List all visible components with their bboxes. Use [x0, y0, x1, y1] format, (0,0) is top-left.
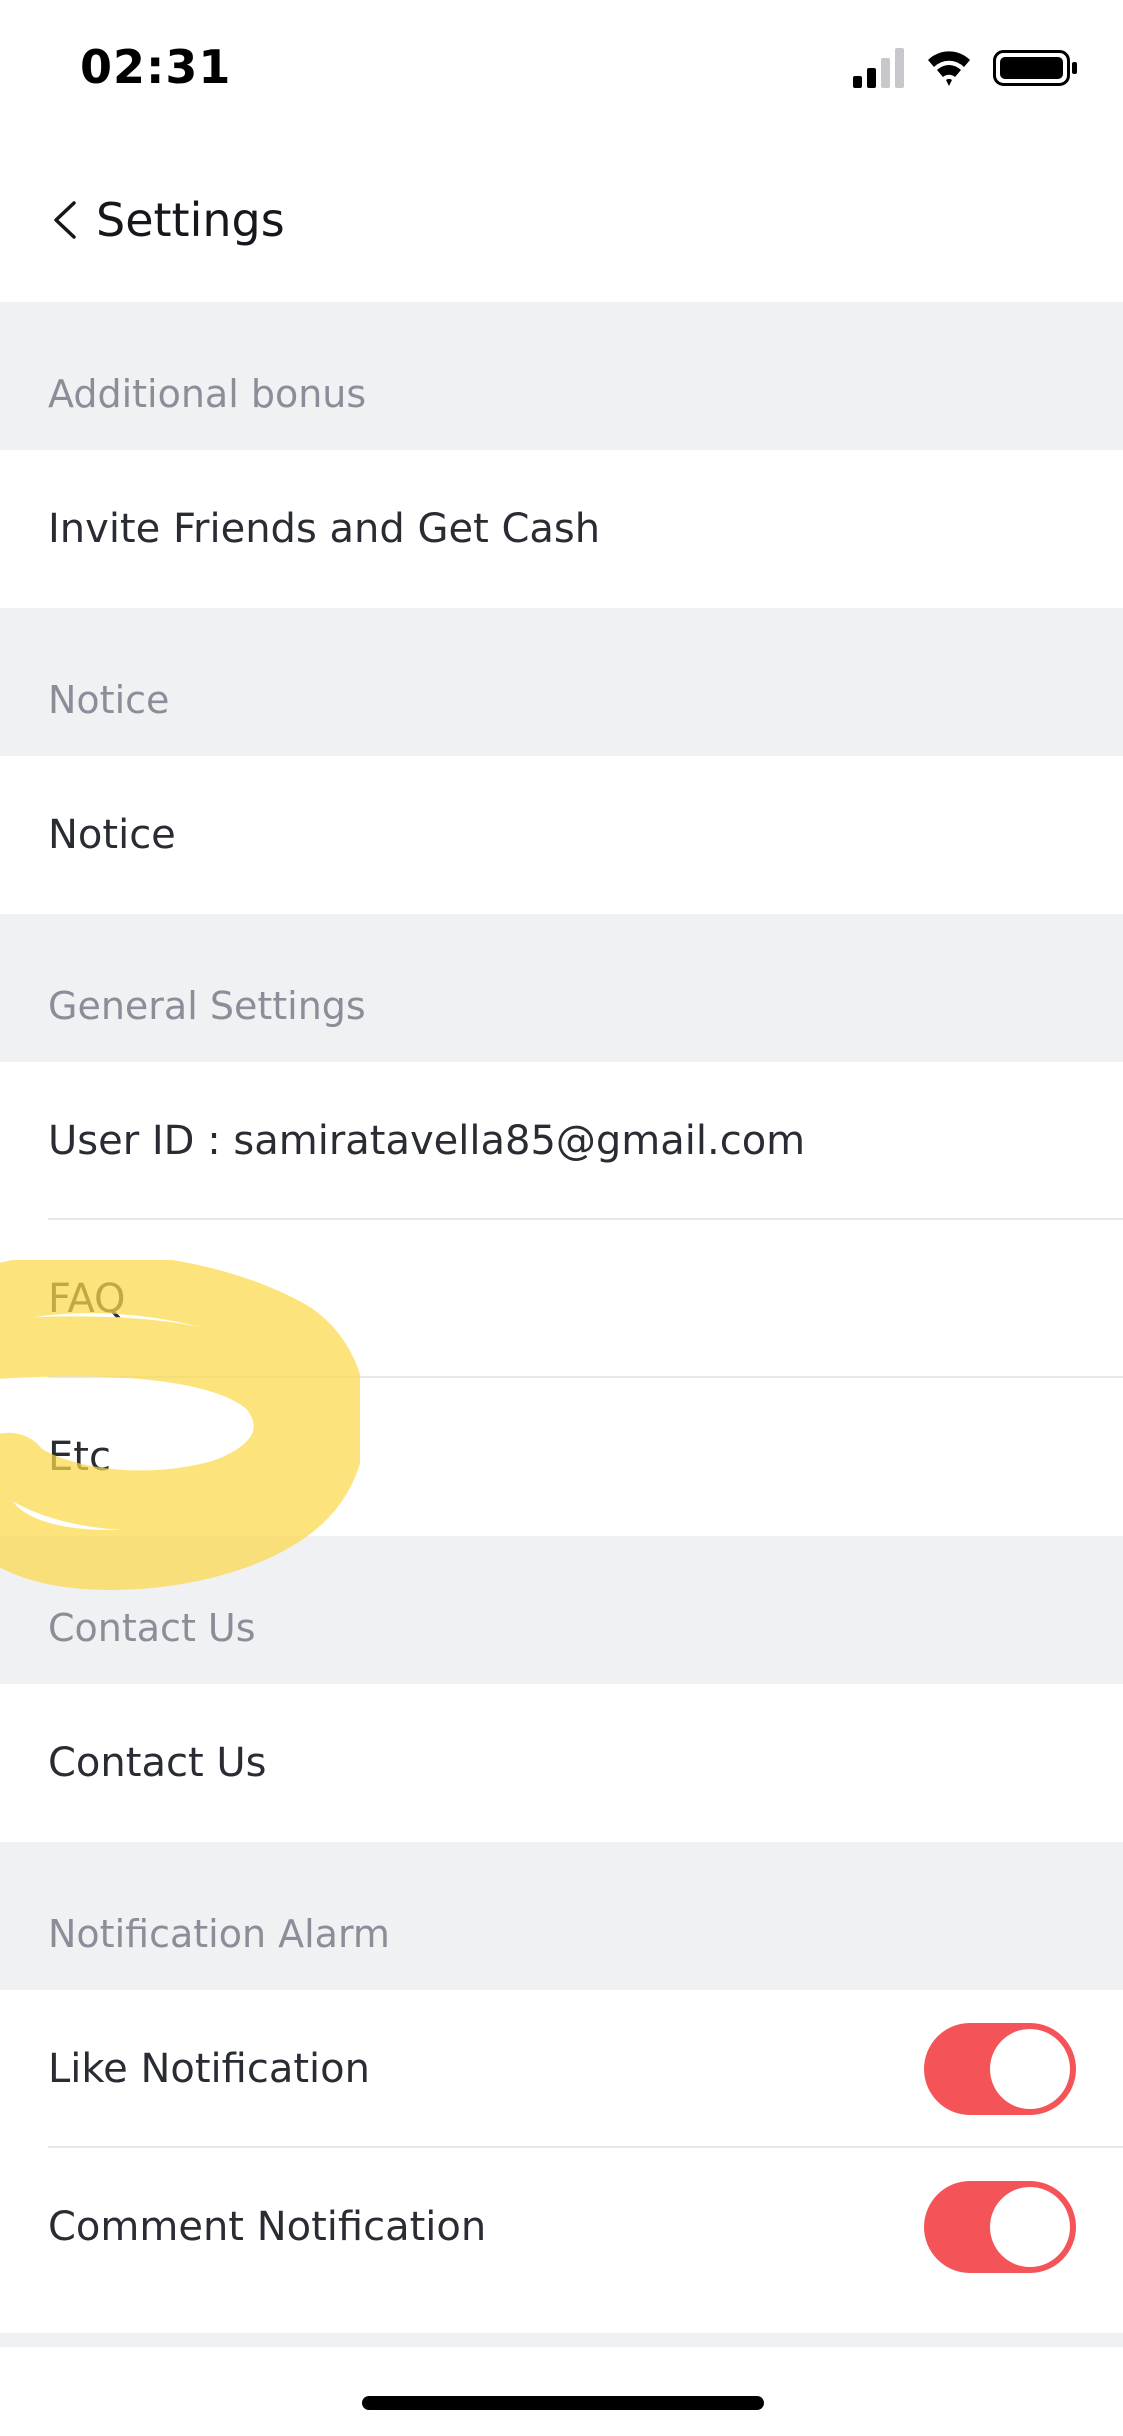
list-item-invite-friends[interactable]: Invite Friends and Get Cash	[0, 450, 1123, 608]
settings-list: Additional bonus Invite Friends and Get …	[0, 302, 1123, 2306]
list-item-label: User ID : samiratavella85@gmail.com	[48, 1118, 806, 1164]
section-header-label: Notice	[48, 678, 170, 722]
wifi-icon	[928, 51, 970, 86]
section-header-notice: Notice	[0, 608, 1123, 756]
list-item-etc[interactable]: Etc	[0, 1378, 1123, 1536]
toggle-knob	[990, 2187, 1070, 2267]
section-header-label: Contact Us	[48, 1606, 256, 1650]
back-button[interactable]: Settings	[48, 180, 285, 260]
status-icons	[853, 48, 1077, 88]
page-title: Settings	[96, 193, 285, 247]
chevron-left-icon	[54, 201, 76, 239]
status-time: 02:31	[80, 40, 232, 94]
section-header-label: General Settings	[48, 984, 366, 1028]
bottom-section-spacer	[0, 2333, 1123, 2347]
section-header-general-settings: General Settings	[0, 914, 1123, 1062]
list-item-comment-notification: Comment Notification	[0, 2148, 1123, 2306]
section-header-additional-bonus: Additional bonus	[0, 302, 1123, 450]
list-item-label: Comment Notification	[48, 2204, 487, 2250]
status-bar: 02:31	[0, 0, 1123, 140]
section-header-contact-us: Contact Us	[0, 1536, 1123, 1684]
home-indicator	[362, 2396, 764, 2410]
section-header-label: Notification Alarm	[48, 1912, 390, 1956]
navigation-bar: Settings	[0, 140, 1123, 302]
list-item-notice[interactable]: Notice	[0, 756, 1123, 914]
list-item-label: Like Notification	[48, 2046, 370, 2092]
battery-icon	[993, 50, 1077, 86]
list-item-like-notification: Like Notification	[0, 1990, 1123, 2148]
section-header-notification-alarm: Notification Alarm	[0, 1842, 1123, 1990]
list-item-label: FAQ	[48, 1276, 126, 1322]
list-item-label: Etc	[48, 1434, 111, 1480]
comment-notification-toggle[interactable]	[924, 2181, 1076, 2273]
list-item-label: Invite Friends and Get Cash	[48, 506, 601, 552]
section-header-label: Additional bonus	[48, 372, 367, 416]
list-item-contact-us[interactable]: Contact Us	[0, 1684, 1123, 1842]
list-item-user-id[interactable]: User ID : samiratavella85@gmail.com	[0, 1062, 1123, 1220]
list-item-faq[interactable]: FAQ	[0, 1220, 1123, 1378]
like-notification-toggle[interactable]	[924, 2023, 1076, 2115]
toggle-knob	[990, 2029, 1070, 2109]
list-item-label: Contact Us	[48, 1740, 267, 1786]
list-item-label: Notice	[48, 812, 176, 858]
signal-icon	[853, 48, 904, 88]
